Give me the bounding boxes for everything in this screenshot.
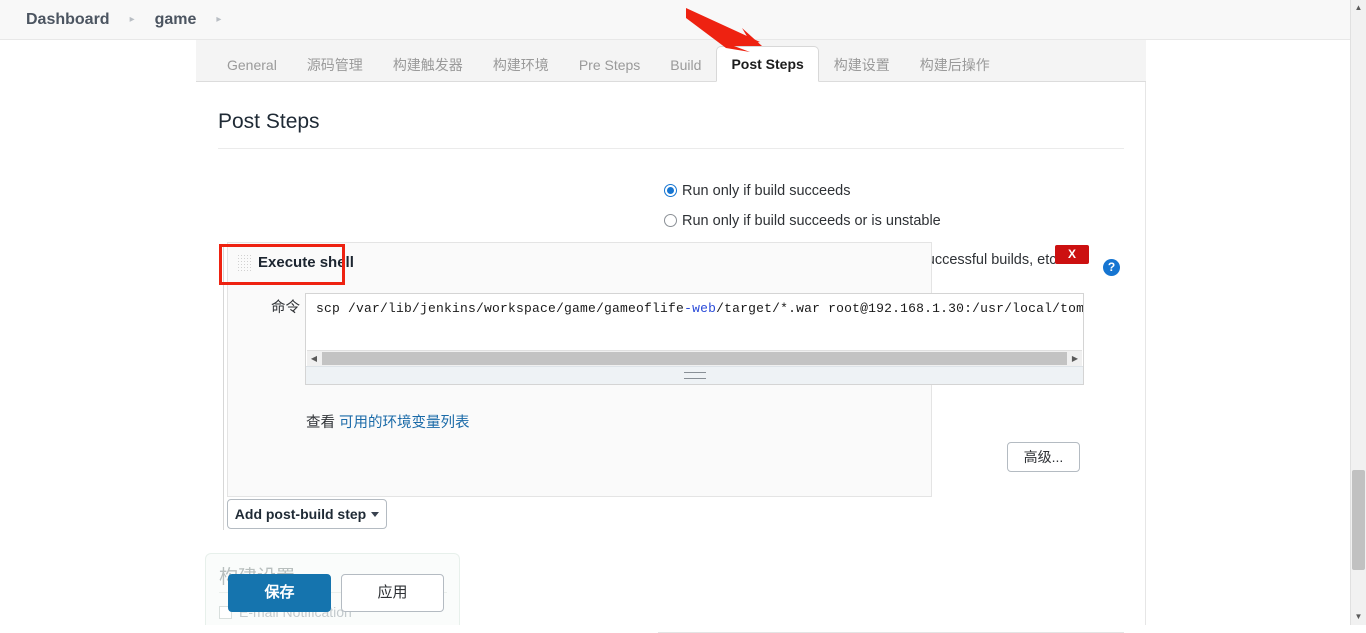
env-variables-prefix: 查看 xyxy=(306,415,335,431)
tab-source-management[interactable]: 源码管理 xyxy=(292,47,378,81)
apply-button[interactable]: 应用 xyxy=(341,574,444,612)
tab-build-settings[interactable]: 构建设置 xyxy=(819,47,905,81)
save-button[interactable]: 保存 xyxy=(228,574,331,612)
scroll-right-icon[interactable]: ▶ xyxy=(1068,351,1082,366)
breadcrumb: Dashboard ▸ game ▸ xyxy=(0,0,1350,40)
add-post-build-step-label: Add post-build step xyxy=(234,506,367,522)
left-gutter xyxy=(0,40,196,625)
radio-option-succeeds-or-unstable[interactable]: Run only if build succeeds or is unstabl… xyxy=(664,213,951,229)
command-horizontal-scrollbar[interactable]: ◀ ▶ xyxy=(307,350,1082,366)
env-variables-link[interactable]: 可用的环境变量列表 xyxy=(339,415,470,431)
tab-general[interactable]: General xyxy=(212,47,292,81)
command-text-prefix: scp /var/lib/jenkins/workspace/game/game… xyxy=(316,301,685,316)
radio-succeeds-or-unstable-icon[interactable] xyxy=(664,214,677,227)
radio-succeeds-icon[interactable] xyxy=(664,184,677,197)
command-textarea[interactable]: scp /var/lib/jenkins/workspace/game/game… xyxy=(305,293,1084,385)
command-text-suffix: /target/*.war root@192.168.1.30:/usr/loc… xyxy=(716,301,1084,316)
breadcrumb-separator-icon-2: ▸ xyxy=(216,13,222,25)
page-scrollbar-thumb[interactable] xyxy=(1352,470,1365,570)
scroll-left-icon[interactable]: ◀ xyxy=(307,351,321,366)
tab-build-triggers[interactable]: 构建触发器 xyxy=(378,47,478,81)
delete-builder-button[interactable]: X xyxy=(1055,245,1089,264)
textarea-resize-grip[interactable] xyxy=(306,366,1083,384)
tab-post-build-actions[interactable]: 构建后操作 xyxy=(905,47,1005,81)
env-variables-line: 查看 可用的环境变量列表 xyxy=(306,411,470,432)
chevron-down-icon xyxy=(371,512,380,517)
command-label: 命令 xyxy=(271,300,300,316)
tab-post-steps[interactable]: Post Steps xyxy=(716,46,819,82)
page-title: Post Steps xyxy=(218,110,1124,149)
scroll-thumb[interactable] xyxy=(322,352,1067,365)
command-text: scp /var/lib/jenkins/workspace/game/game… xyxy=(316,301,1084,316)
drag-handle-icon[interactable] xyxy=(237,254,252,272)
add-post-build-step-button[interactable]: Add post-build step xyxy=(227,499,387,529)
tab-pre-steps[interactable]: Pre Steps xyxy=(564,47,655,81)
scroll-down-icon[interactable]: ▼ xyxy=(1351,609,1366,625)
config-tab-bar: General 源码管理 构建触发器 构建环境 Pre Steps Build … xyxy=(196,40,1146,82)
tab-build-environment[interactable]: 构建环境 xyxy=(478,47,564,81)
command-text-highlight: -web xyxy=(684,301,717,316)
execute-shell-header: Execute shell xyxy=(228,243,933,285)
page-scrollbar[interactable]: ▲ ▼ xyxy=(1350,0,1366,625)
help-icon[interactable]: ? xyxy=(1103,259,1120,276)
execute-shell-title: Execute shell xyxy=(258,254,354,271)
advanced-button[interactable]: 高级... xyxy=(1007,442,1080,472)
tab-build[interactable]: Build xyxy=(655,47,716,81)
breadcrumb-item-game[interactable]: game xyxy=(151,11,201,29)
breadcrumb-separator-icon: ▸ xyxy=(129,13,135,25)
builder-drag-rail[interactable] xyxy=(223,244,224,530)
radio-option-succeeds[interactable]: Run only if build succeeds xyxy=(664,183,860,199)
breadcrumb-item-dashboard[interactable]: Dashboard xyxy=(22,11,114,29)
scroll-up-icon[interactable]: ▲ xyxy=(1351,0,1366,16)
